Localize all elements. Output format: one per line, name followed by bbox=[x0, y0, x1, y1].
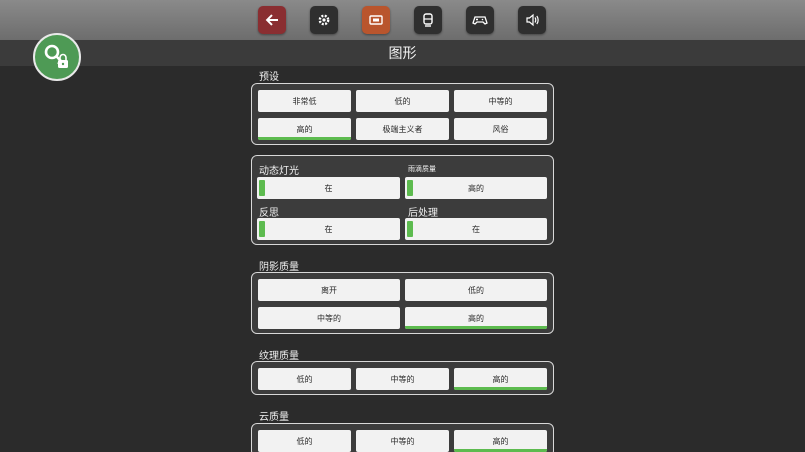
rain-quality-toggle[interactable]: 高的 bbox=[405, 177, 547, 199]
gear-icon bbox=[318, 14, 330, 26]
settings-tab[interactable] bbox=[310, 6, 338, 34]
dynamic-light-toggle[interactable]: 在 bbox=[257, 177, 400, 199]
dynamic-light-label: 动态灯光 bbox=[259, 166, 299, 177]
shadow-quality-panel: 离开 低的 中等的 高的 bbox=[251, 272, 554, 334]
reflection-value: 在 bbox=[324, 224, 333, 234]
cloud-quality-label: 云质量 bbox=[259, 412, 289, 423]
back-arrow-icon bbox=[265, 14, 278, 26]
reflection-label: 反思 bbox=[259, 208, 279, 219]
texture-high-button[interactable]: 高的 bbox=[454, 368, 547, 390]
cloud-low-button[interactable]: 低的 bbox=[258, 430, 351, 452]
texture-quality-label: 纹理质量 bbox=[259, 351, 299, 362]
toggle-indicator bbox=[407, 180, 413, 196]
speaker-icon bbox=[526, 13, 539, 27]
post-processing-toggle[interactable]: 在 bbox=[405, 218, 547, 240]
texture-quality-panel: 低的 中等的 高的 bbox=[251, 361, 554, 395]
post-processing-label: 后处理 bbox=[408, 208, 438, 219]
rain-quality-value: 高的 bbox=[468, 183, 484, 193]
cloud-quality-panel: 低的 中等的 高的 bbox=[251, 423, 554, 452]
preset-custom-button[interactable]: 风俗 bbox=[454, 118, 547, 140]
preset-high-button[interactable]: 高的 bbox=[258, 118, 351, 140]
toggle-indicator bbox=[407, 221, 413, 237]
presets-label: 预设 bbox=[259, 72, 279, 83]
page-title: 图形 bbox=[388, 46, 417, 62]
presets-panel: 非常低 低的 中等的 高的 极端主义者 风俗 bbox=[251, 83, 554, 145]
graphics-tab[interactable] bbox=[362, 6, 390, 34]
vehicle-tab[interactable] bbox=[414, 6, 442, 34]
reflection-toggle[interactable]: 在 bbox=[257, 218, 400, 240]
audio-tab[interactable] bbox=[518, 6, 546, 34]
shadow-low-button[interactable]: 低的 bbox=[405, 279, 547, 301]
cloud-medium-button[interactable]: 中等的 bbox=[356, 430, 449, 452]
rain-quality-label: 雨滴质量 bbox=[408, 165, 436, 173]
preset-low-button[interactable]: 低的 bbox=[356, 90, 449, 112]
gamepad-icon bbox=[472, 16, 488, 25]
back-button[interactable] bbox=[258, 6, 286, 34]
toggle-indicator bbox=[259, 180, 265, 196]
preset-extreme-button[interactable]: 极端主义者 bbox=[356, 118, 449, 140]
dynamic-light-value: 在 bbox=[324, 183, 333, 193]
display-icon bbox=[369, 15, 383, 25]
preset-medium-button[interactable]: 中等的 bbox=[454, 90, 547, 112]
train-icon bbox=[423, 13, 433, 27]
toggle-indicator bbox=[259, 221, 265, 237]
texture-medium-button[interactable]: 中等的 bbox=[356, 368, 449, 390]
shadow-quality-label: 阴影质量 bbox=[259, 262, 299, 273]
post-processing-value: 在 bbox=[472, 224, 480, 234]
key-lock-icon bbox=[44, 44, 68, 68]
shadow-off-button[interactable]: 离开 bbox=[258, 279, 400, 301]
shadow-high-button[interactable]: 高的 bbox=[405, 307, 547, 329]
unlock-badge[interactable] bbox=[33, 33, 81, 81]
preset-very-low-button[interactable]: 非常低 bbox=[258, 90, 351, 112]
cloud-high-button[interactable]: 高的 bbox=[454, 430, 547, 452]
texture-low-button[interactable]: 低的 bbox=[258, 368, 351, 390]
shadow-medium-button[interactable]: 中等的 bbox=[258, 307, 400, 329]
title-bar: 图形 bbox=[0, 40, 805, 66]
top-toolbar bbox=[0, 0, 805, 40]
controls-tab[interactable] bbox=[466, 6, 494, 34]
